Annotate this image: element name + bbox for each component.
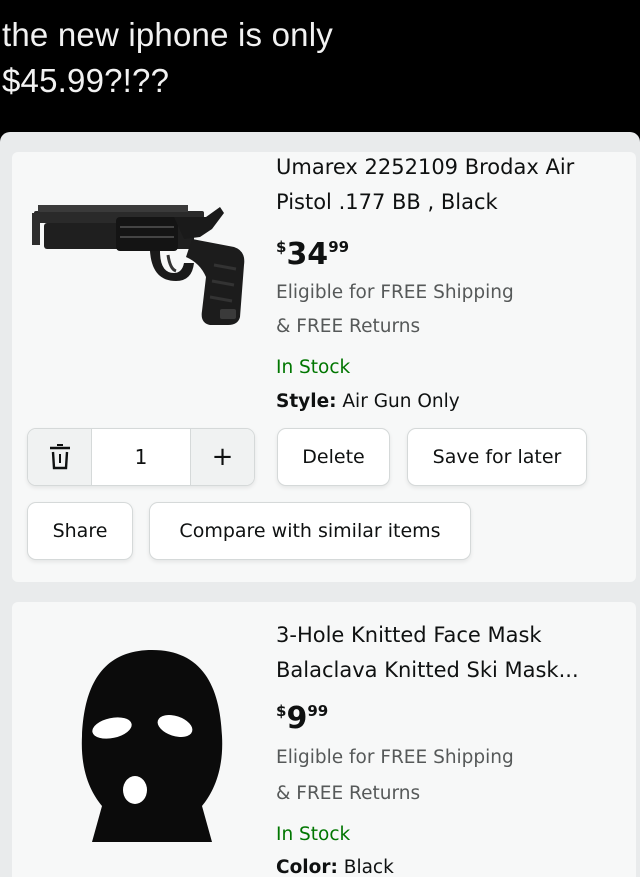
share-button[interactable]: Share — [27, 502, 133, 560]
trash-icon — [49, 444, 70, 470]
meme-caption: the new iphone is only $45.99?!?? — [2, 12, 632, 104]
color-label: Color: — [276, 857, 338, 877]
shipping-text: Eligible for FREE Shipping — [276, 747, 514, 768]
price-fraction: 99 — [328, 238, 350, 256]
trash-button[interactable] — [28, 429, 92, 485]
color-value: Black — [343, 857, 394, 877]
product-title-line-2[interactable]: Pistol .177 BB , Black — [276, 185, 626, 220]
stock-status: In Stock — [276, 824, 351, 845]
price-whole: 9 — [286, 701, 308, 736]
product-title[interactable]: Umarex 2252109 Brodax Air Pistol .177 BB… — [276, 150, 626, 220]
delete-button[interactable]: Delete — [277, 428, 390, 486]
caption-line-1: the new iphone is only — [2, 16, 333, 53]
ski-mask-image[interactable] — [72, 646, 232, 846]
stock-status: In Stock — [276, 357, 351, 378]
product-title-line-1[interactable]: Umarex 2252109 Brodax Air — [276, 150, 626, 185]
style-value: Air Gun Only — [342, 391, 460, 412]
returns-text: & FREE Returns — [276, 316, 421, 337]
product-color: Color: Black — [276, 855, 394, 877]
product-title-line-2[interactable]: Balaclava Knitted Ski Mask... — [276, 653, 626, 688]
quantity-value[interactable]: 1 — [92, 429, 190, 485]
product-price: $999 — [276, 694, 328, 736]
cart-item-ski-mask: 3-Hole Knitted Face Mask Balaclava Knitt… — [12, 602, 636, 877]
shipping-text: Eligible for FREE Shipping — [276, 282, 514, 303]
style-label: Style: — [276, 391, 337, 412]
product-style: Style: Air Gun Only — [276, 389, 460, 415]
cart-item-air-pistol: Umarex 2252109 Brodax Air Pistol .177 BB… — [12, 152, 636, 582]
product-title-line-1[interactable]: 3-Hole Knitted Face Mask — [276, 618, 626, 653]
save-for-later-button[interactable]: Save for later — [407, 428, 587, 486]
caption-line-2: $45.99?!?? — [2, 62, 170, 99]
price-fraction: 99 — [307, 702, 329, 720]
price-whole: 34 — [286, 237, 329, 272]
product-price: $3499 — [276, 230, 349, 272]
air-pistol-image[interactable] — [24, 177, 260, 327]
product-title[interactable]: 3-Hole Knitted Face Mask Balaclava Knitt… — [276, 618, 626, 688]
cart-screenshot: Umarex 2252109 Brodax Air Pistol .177 BB… — [0, 132, 640, 877]
price-currency: $ — [276, 702, 287, 720]
quantity-stepper: 1 + — [27, 428, 255, 486]
returns-text: & FREE Returns — [276, 783, 421, 804]
compare-button[interactable]: Compare with similar items — [149, 502, 471, 560]
price-currency: $ — [276, 238, 287, 256]
increase-quantity-button[interactable]: + — [190, 429, 254, 485]
